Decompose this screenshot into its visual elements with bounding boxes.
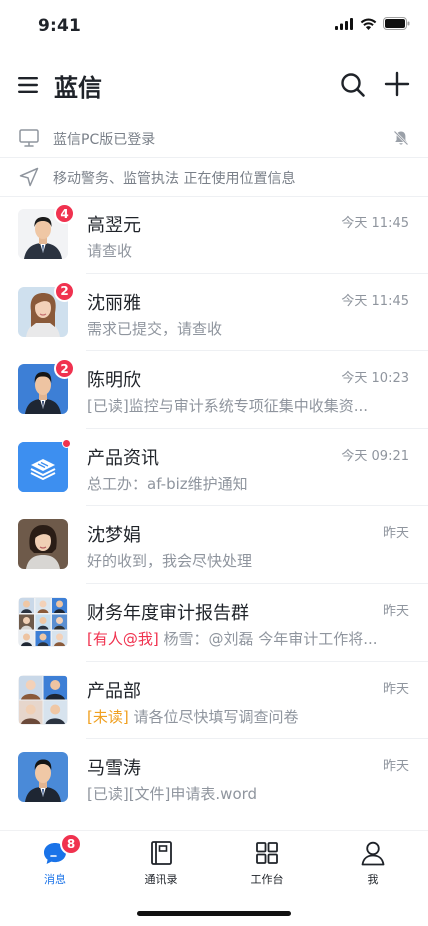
preview-text: [已读]监控与审计系统专项征集中收集资... [87,397,369,416]
avatar [18,519,68,570]
tab-unread-badge: 8 [60,833,82,855]
news-icon [18,441,68,492]
page-title: 蓝信 [54,74,102,102]
bottom-tab-bar: 8 消息 通讯录 工作台 我 [0,830,428,890]
home-indicator [137,911,291,916]
group-avatar [18,596,68,647]
chat-item[interactable]: 沈梦娟 昨天 好的收到，我会尽快处理 [0,506,428,584]
tab-label: 我 [367,873,379,886]
chat-list: 4 高翌元 今天 11:45 请查收 2 沈丽雅 今天 11:45 需求已提交，… [0,196,428,817]
unread-tag: [未读] [87,707,129,726]
chat-item[interactable]: 产品部 昨天 [未读] 请各位尽快填写调查问卷 [0,662,428,740]
add-icon[interactable] [384,71,410,97]
search-icon[interactable] [340,72,366,98]
chat-item[interactable]: 2 陈明欣 今天 10:23 [已读]监控与审计系统专项征集中收集资... [0,351,428,429]
preview-text: 请查收 [87,242,133,260]
tab-label: 工作台 [250,873,284,886]
user-profile-icon [361,841,385,866]
preview-text: 需求已提交，请查收 [87,319,223,338]
tab-icon-wrap [359,839,387,867]
preview-text: 好的收到，我会尽快处理 [87,552,253,571]
chat-name: 财务年度审计报告群 [87,602,249,624]
avatar [18,752,68,803]
chat-preview: 需求已提交，请查收 [87,318,397,339]
chat-time: 今天 09:21 [341,448,409,464]
unread-dot [62,438,71,448]
chat-name: 马雪涛 [87,758,141,780]
location-notice[interactable]: 移动警务、监管执法 正在使用位置信息 [0,157,428,197]
status-bar: 9:41 [0,0,428,50]
wifi-icon [360,18,377,30]
tab-icon-wrap [253,839,281,867]
chat-preview: [已读]监控与审计系统专项征集中收集资... [87,395,397,416]
tab-label: 通讯录 [144,873,178,886]
chat-time: 今天 10:23 [341,371,409,387]
chat-name: 产品资讯 [87,447,159,469]
status-time: 9:41 [38,16,82,36]
chat-item[interactable]: 产品资讯 今天 09:21 总工办：af-biz维护通知 [0,429,428,507]
chat-time: 昨天 [382,759,409,775]
avatar [18,441,68,492]
chat-item[interactable]: 4 高翌元 今天 11:45 请查收 [0,196,428,274]
preview-text: [已读][文件]申请表.word [87,785,258,804]
unread-badge: 2 [54,358,75,380]
tab-workspace[interactable]: 工作台 [227,839,307,887]
chat-name: 产品部 [87,680,141,702]
chat-time: 今天 11:45 [341,216,409,231]
notice-text: 移动警务、监管执法 正在使用位置信息 [53,171,296,187]
preview-text: 杨雪：@刘磊 今年审计工作将... [163,629,378,648]
grid-apps-icon [256,842,278,864]
location-arrow-icon [19,167,39,187]
tab-label: 消息 [44,873,66,886]
tab-icon-wrap: 8 [41,833,82,867]
monitor-icon [19,129,39,147]
tab-messages[interactable]: 8 消息 [15,833,95,887]
chat-item[interactable]: 财务年度审计报告群 昨天 [有人@我] 杨雪：@刘磊 今年审计工作将... [0,584,428,662]
chat-name: 沈梦娟 [87,525,141,547]
tab-icon-wrap [147,839,175,867]
tab-me[interactable]: 我 [333,839,413,887]
chat-preview: 总工办：af-biz维护通知 [87,473,397,494]
chat-time: 今天 11:45 [341,293,409,309]
status-icons [335,17,410,30]
chat-preview: 好的收到，我会尽快处理 [87,550,397,571]
chat-item[interactable]: 2 沈丽雅 今天 11:45 需求已提交，请查收 [0,274,428,352]
chat-time: 昨天 [382,603,409,619]
menu-icon[interactable] [16,73,40,97]
chat-name: 沈丽雅 [87,292,141,314]
chat-item[interactable]: 马雪涛 昨天 [已读][文件]申请表.word [0,739,428,817]
preview-text: 总工办：af-biz维护通知 [87,474,248,493]
chat-preview: [已读][文件]申请表.word [87,783,397,804]
battery-icon [383,17,410,30]
chat-time: 昨天 [382,681,409,697]
signal-icon [335,17,353,30]
chat-preview: [未读] 请各位尽快填写调查问卷 [87,706,397,727]
mention-tag: [有人@我] [87,629,159,648]
chat-preview: [有人@我] 杨雪：@刘磊 今年审计工作将... [87,628,397,649]
preview-text: 请各位尽快填写调查问卷 [133,707,299,726]
chat-preview: 请查收 [87,240,397,261]
chat-time: 昨天 [382,526,409,542]
bell-muted-icon[interactable] [392,129,410,147]
tab-contacts[interactable]: 通讯录 [121,839,201,887]
unread-badge: 2 [54,280,75,302]
group-avatar [18,674,68,725]
chat-name: 高翌元 [87,215,141,236]
notice-text: 蓝信PC版已登录 [53,132,156,148]
pc-login-notice[interactable]: 蓝信PC版已登录 [0,118,428,158]
contacts-book-icon [151,841,172,865]
app-header: 蓝信 [0,58,428,112]
chat-name: 陈明欣 [87,370,141,392]
unread-badge: 4 [54,203,75,224]
